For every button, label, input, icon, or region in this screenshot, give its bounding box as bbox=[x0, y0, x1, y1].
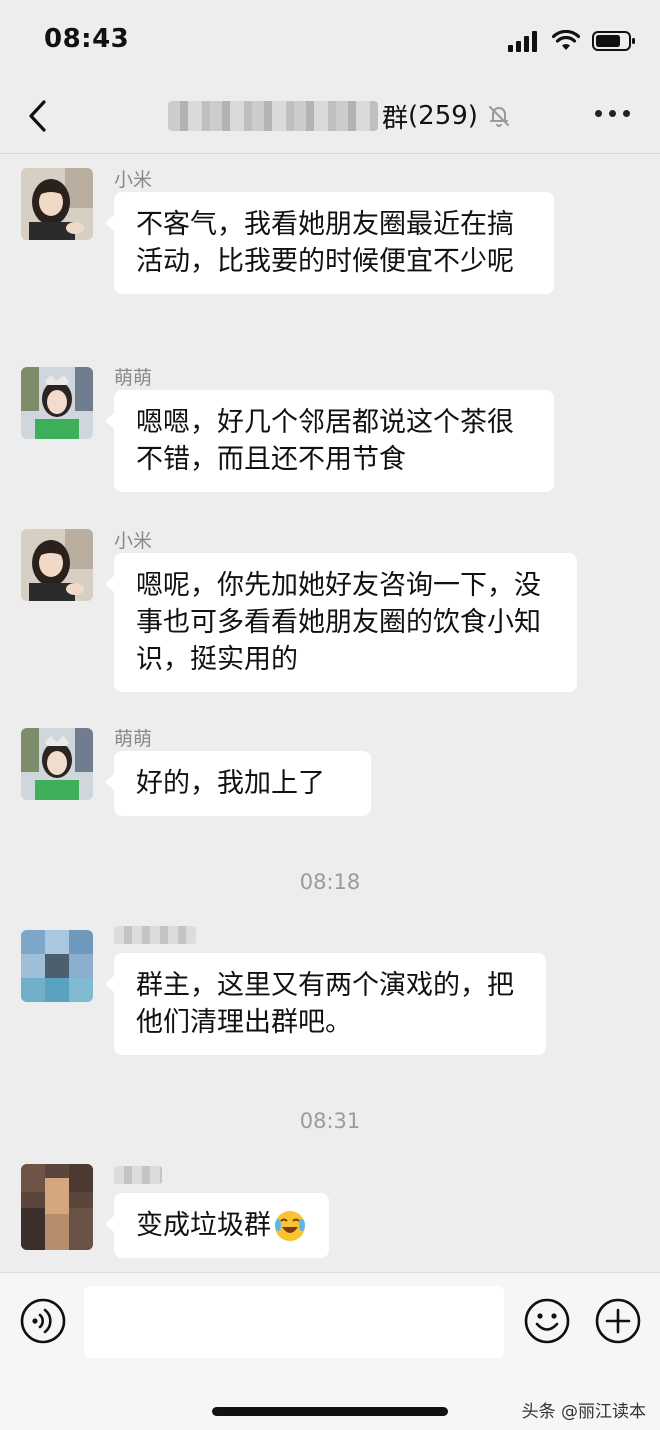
status-time: 08:43 bbox=[44, 24, 130, 54]
emoji-icon[interactable] bbox=[523, 1297, 571, 1345]
home-indicator[interactable] bbox=[212, 1407, 448, 1416]
status-bar: 08:43 bbox=[0, 0, 660, 80]
crying-laughing-emoji bbox=[275, 1210, 305, 1241]
watermark: 头条 @丽江读本 bbox=[521, 1402, 646, 1422]
sender-name: 萌萌 bbox=[114, 728, 153, 750]
message-bubble[interactable]: 嗯嗯，好几个邻居都说这个茶很不错，而且还不用节食 bbox=[105, 390, 554, 492]
cellular-signal-icon bbox=[508, 31, 537, 52]
message-bubble[interactable]: 好的，我加上了 bbox=[105, 751, 371, 816]
more-dots-icon[interactable] bbox=[595, 110, 630, 117]
message-bubble[interactable]: 群主，这里又有两个演戏的，把他们清理出群吧。 bbox=[105, 953, 546, 1055]
avatar[interactable] bbox=[21, 168, 93, 240]
avatar[interactable] bbox=[21, 728, 93, 800]
battery-icon bbox=[592, 31, 635, 51]
avatar[interactable] bbox=[21, 367, 93, 439]
timestamp: 08:31 bbox=[299, 1109, 361, 1133]
sender-name: 小米 bbox=[114, 169, 153, 191]
member-count: (259) bbox=[408, 101, 478, 131]
blurred-sender-name bbox=[114, 1166, 162, 1184]
avatar[interactable] bbox=[21, 1164, 93, 1250]
message-bubble[interactable]: 变成垃圾群 bbox=[105, 1193, 329, 1258]
chevron-left-icon[interactable] bbox=[22, 96, 58, 136]
sender-name: 小米 bbox=[114, 530, 153, 552]
input-bar: 头条 @丽江读本 bbox=[0, 1272, 660, 1430]
blurred-sender-name bbox=[114, 926, 196, 944]
sender-name: 萌萌 bbox=[114, 367, 153, 389]
timestamp: 08:18 bbox=[299, 870, 361, 894]
title-suffix: 群 bbox=[382, 103, 409, 134]
plus-icon[interactable] bbox=[594, 1297, 642, 1345]
chat-header: 群 (259) bbox=[0, 80, 660, 154]
chat-title: 群 (259) bbox=[168, 96, 512, 136]
status-icons bbox=[508, 28, 636, 54]
avatar[interactable] bbox=[21, 930, 93, 1002]
message-bubble[interactable]: 嗯呢，你先加她好友咨询一下，没事也可多看看她朋友圈的饮食小知识，挺实用的 bbox=[105, 553, 577, 692]
message-input[interactable] bbox=[84, 1286, 504, 1358]
bell-off-icon bbox=[488, 106, 509, 127]
message-text: 变成垃圾群 bbox=[136, 1210, 271, 1241]
avatar[interactable] bbox=[21, 529, 93, 601]
blurred-group-name bbox=[168, 101, 378, 131]
message-bubble[interactable]: 不客气，我看她朋友圈最近在搞活动，比我要的时候便宜不少呢 bbox=[105, 192, 554, 294]
voice-icon[interactable] bbox=[19, 1297, 67, 1345]
wifi-icon bbox=[552, 30, 580, 50]
